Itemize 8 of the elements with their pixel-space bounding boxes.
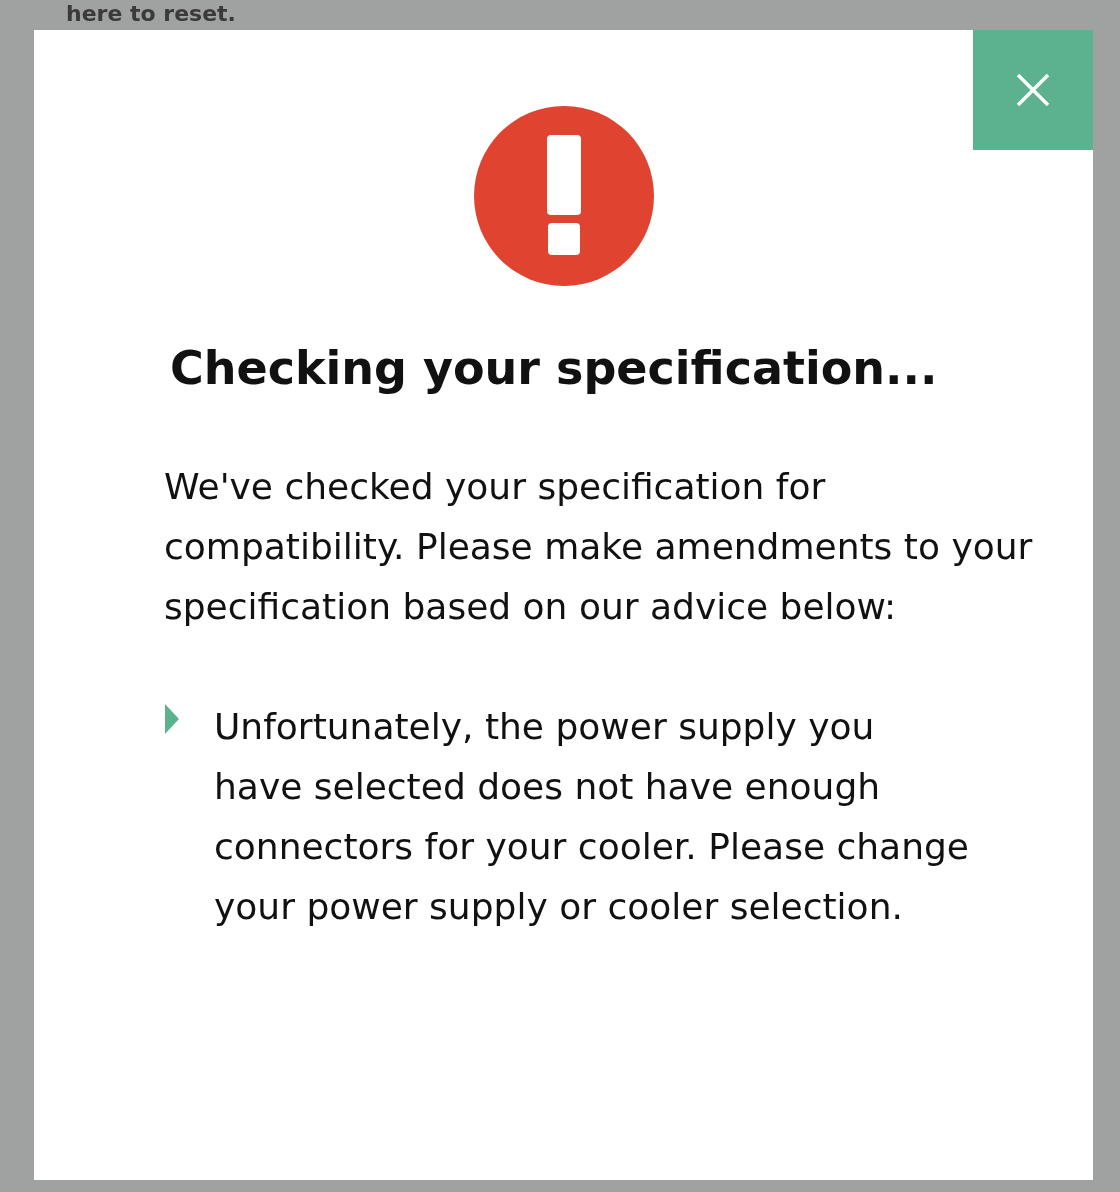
close-button[interactable] xyxy=(973,30,1093,150)
close-icon xyxy=(1015,72,1051,108)
advice-text: Unfortunately, the power supply you have selected does not have enough connectors for your cooler. Please change your power supply or cooler selection. xyxy=(214,705,970,929)
intro-text: We've checked your specification for compatibility. Please make amendments to your specification based on our advice below: xyxy=(164,465,1034,629)
dialog-title: Checking your specification... xyxy=(170,341,939,395)
bullet-icon xyxy=(164,703,180,735)
error-icon xyxy=(473,105,655,287)
background-text: here to reset. xyxy=(66,1,236,26)
